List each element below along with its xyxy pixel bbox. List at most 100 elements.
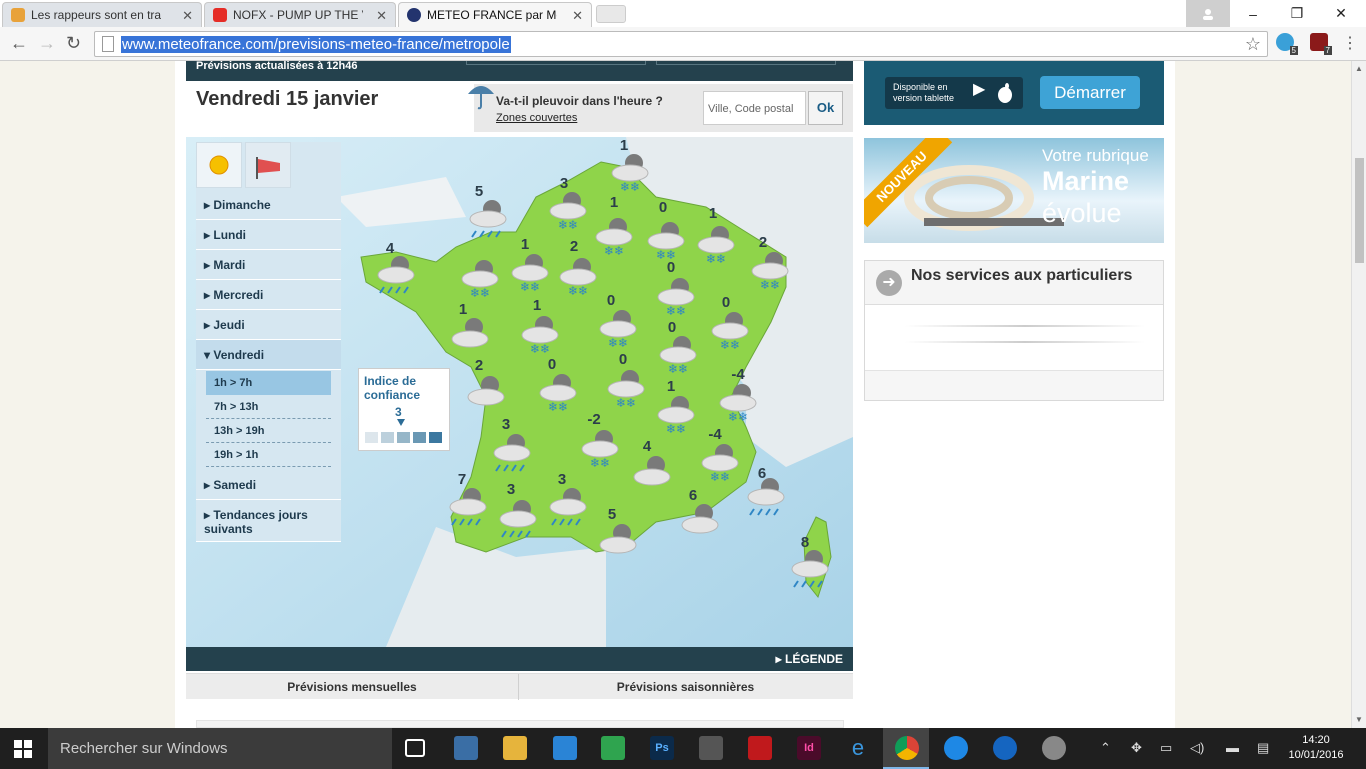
tab-close-icon[interactable]: ✕ xyxy=(376,8,387,24)
time-slot-13h-19h[interactable]: 13h > 19h xyxy=(206,419,331,443)
store-badge[interactable]: Disponible en version tablette ▶ xyxy=(885,77,1023,109)
tab-close-icon[interactable]: ✕ xyxy=(572,8,583,24)
forward-icon[interactable]: → xyxy=(38,33,56,54)
bird-app-icon[interactable] xyxy=(944,736,968,760)
pen-tool-icon[interactable] xyxy=(699,736,723,760)
indesign-icon[interactable]: Id xyxy=(797,736,821,760)
google-earth-icon[interactable] xyxy=(993,736,1017,760)
extension-badge: 5 xyxy=(1289,46,1298,55)
system-clock[interactable]: 14:20 10/01/2016 xyxy=(1288,733,1344,763)
map-temperature: 7 xyxy=(457,471,467,488)
autocad-icon[interactable] xyxy=(748,736,772,760)
day-item-tendances[interactable]: ▸ Tendances jours suivants xyxy=(196,500,341,542)
scroll-up-icon[interactable]: ▲ xyxy=(1355,64,1363,73)
map-temperature: 0 xyxy=(667,319,677,336)
reload-icon[interactable]: ↻ xyxy=(66,33,81,54)
clock-time: 14:20 xyxy=(1302,734,1330,746)
day-label: Dimanche xyxy=(213,198,271,212)
map-temperature: 1 xyxy=(708,205,718,222)
apple-icon xyxy=(998,83,1012,103)
browser-tab[interactable]: Les rappeurs sont en train ✕ xyxy=(2,2,202,27)
volume-icon[interactable]: ◁) xyxy=(1190,740,1204,756)
browser-tab[interactable]: NOFX - PUMP UP THE VAL ✕ xyxy=(204,2,396,27)
folder-icon[interactable] xyxy=(503,736,527,760)
map-temperature: 2 xyxy=(758,234,768,251)
taskbar-search[interactable]: Rechercher sur Windows xyxy=(48,728,392,769)
map-temperature: 0 xyxy=(658,199,668,216)
ok-button[interactable]: Ok xyxy=(808,91,843,125)
edge-icon[interactable]: e xyxy=(846,736,870,760)
confidence-label: Indice de confiance xyxy=(364,374,421,402)
day-item-jeudi[interactable]: ▸ Jeudi xyxy=(196,310,341,340)
back-icon[interactable]: ← xyxy=(10,33,28,54)
tab-seasonal-forecast[interactable]: Prévisions saisonnières xyxy=(519,674,852,700)
ghostery-icon[interactable]: 5 xyxy=(1276,33,1298,55)
browser-tab-active[interactable]: METEO FRANCE par Météo ✕ xyxy=(398,2,592,27)
bookmark-star-icon[interactable]: ☆ xyxy=(1245,34,1261,55)
page-scrollbar[interactable]: ▲ ▼ xyxy=(1351,61,1366,728)
restore-button[interactable]: ❐ xyxy=(1274,0,1320,27)
marine-ad-banner[interactable]: NOUVEAU Votre rubrique Marine évolue xyxy=(864,138,1164,243)
store-label: Disponible en version tablette xyxy=(893,82,955,103)
services-title: Nos services aux particuliers xyxy=(911,267,1133,284)
tray-chevron-icon[interactable]: ⌃ xyxy=(1100,740,1111,756)
day-label: Jeudi xyxy=(213,318,245,332)
computer-icon[interactable] xyxy=(454,736,478,760)
day-item-mardi[interactable]: ▸ Mardi xyxy=(196,250,341,280)
day-item-samedi[interactable]: ▸ Samedi xyxy=(196,470,341,500)
services-header[interactable]: ➜ Nos services aux particuliers xyxy=(865,261,1163,305)
marine-ad-line3: évolue xyxy=(1042,198,1122,228)
dropbox-icon[interactable] xyxy=(553,736,577,760)
map-temperature: 2 xyxy=(474,357,484,374)
zones-covered-link[interactable]: Zones couvertes xyxy=(496,112,577,124)
map-temperature: 1 xyxy=(619,137,629,154)
day-item-mercredi[interactable]: ▸ Mercredi xyxy=(196,280,341,310)
divider xyxy=(905,325,1145,327)
day-item-dimanche[interactable]: ▸ Dimanche xyxy=(196,190,341,220)
tab-close-icon[interactable]: ✕ xyxy=(182,8,193,24)
menu-icon[interactable]: ⋮ xyxy=(1342,33,1358,53)
confidence-scale-5 xyxy=(429,432,442,443)
time-slot-7h-13h[interactable]: 7h > 13h xyxy=(206,395,331,419)
google-drive-icon[interactable] xyxy=(601,736,625,760)
time-slot-19h-1h[interactable]: 19h > 1h xyxy=(206,443,331,467)
new-tab-button[interactable] xyxy=(596,5,626,23)
page-icon xyxy=(102,36,114,52)
map-temperature: 6 xyxy=(757,465,767,482)
task-view-icon[interactable] xyxy=(405,739,425,757)
city-input[interactable]: Ville, Code postal xyxy=(703,91,806,125)
map-temperature: 3 xyxy=(559,175,569,192)
scroll-down-icon[interactable]: ▼ xyxy=(1355,715,1363,724)
windsock-icon xyxy=(256,157,280,179)
app-ad-banner[interactable]: Disponible en version tablette ▶ Démarre… xyxy=(864,61,1164,125)
ublock-icon[interactable]: 7 xyxy=(1310,33,1332,55)
paint-icon[interactable] xyxy=(1042,736,1066,760)
dropbox-tray-icon[interactable]: ✥ xyxy=(1131,740,1142,756)
url-text[interactable]: www.meteofrance.com/previsions-meteo-fra… xyxy=(121,36,511,53)
dropdown-stub[interactable] xyxy=(656,61,836,65)
time-slot-1h-7h[interactable]: 1h > 7h xyxy=(206,371,331,395)
wind-view-toggle[interactable] xyxy=(245,142,291,188)
confidence-scale-3 xyxy=(397,432,410,443)
marine-ad-line1: Votre rubrique xyxy=(1042,146,1149,165)
legend-link[interactable]: ▸ LÉGENDE xyxy=(776,652,843,666)
dropdown-stub[interactable] xyxy=(466,61,646,65)
network-icon[interactable]: ▭ xyxy=(1160,740,1172,756)
map-temperature: -4 xyxy=(731,366,745,383)
keyboard-icon[interactable]: ▬ xyxy=(1226,740,1239,755)
day-item-lundi[interactable]: ▸ Lundi xyxy=(196,220,341,250)
map-temperature: 1 xyxy=(666,378,676,395)
start-button[interactable]: Démarrer xyxy=(1040,76,1140,109)
scroll-thumb[interactable] xyxy=(1355,158,1364,263)
minimize-button[interactable]: – xyxy=(1230,0,1276,27)
address-bar[interactable]: www.meteofrance.com/previsions-meteo-fra… xyxy=(94,31,1268,57)
notifications-icon[interactable]: ▤ xyxy=(1257,740,1269,756)
chrome-icon[interactable] xyxy=(895,736,919,760)
profile-icon[interactable] xyxy=(1186,0,1230,27)
close-window-button[interactable]: ✕ xyxy=(1318,0,1364,27)
tab-monthly-forecast[interactable]: Prévisions mensuelles xyxy=(186,674,519,700)
photoshop-icon[interactable]: Ps xyxy=(650,736,674,760)
day-item-vendredi[interactable]: ▾ Vendredi xyxy=(196,340,341,370)
sun-view-toggle[interactable] xyxy=(196,142,242,188)
windows-start-icon[interactable] xyxy=(14,740,32,758)
